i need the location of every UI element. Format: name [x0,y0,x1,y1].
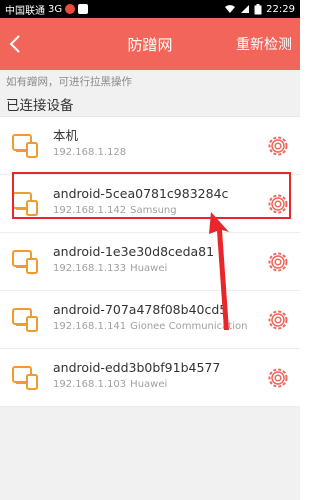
device-ip: 192.168.1.141 [53,321,127,332]
devices-icon [12,192,38,216]
network-type: 3G [48,3,63,15]
blacklist-hint: 如有蹭网，可进行拉黑操作 [0,70,300,92]
device-name: android-5cea0781c983284c [53,186,229,201]
device-ip: 192.168.1.128 [53,147,127,158]
gear-icon[interactable] [266,192,290,216]
device-meta: 192.168.1.128 [53,145,258,161]
device-vendor: Huawei [130,379,168,390]
signal-icon [241,5,250,13]
device-meta: 192.168.1.103 Huawei [53,377,258,393]
back-button[interactable] [0,18,30,70]
carrier-label: 中国联通 [5,5,45,17]
device-item[interactable]: android-5cea0781c983284c 192.168.1.142 Sa… [0,175,300,233]
app-header: 防蹭网 重新检测 [0,18,300,70]
notification-icon [65,4,76,14]
device-name: android-1e3e30d8ceda81 [53,244,215,259]
device-info: android-1e3e30d8ceda81 192.168.1.133 Huaw… [53,243,258,277]
gear-icon[interactable] [266,250,290,274]
device-meta: 192.168.1.133 Huawei [53,261,258,277]
device-info: android-edd3b0bf91b4577 192.168.1.103 Hua… [53,359,258,393]
devices-icon [12,134,38,158]
device-list: 本机 192.168.1.128 android-5cea0781c983284… [0,117,300,407]
status-left: 中国联通 3G [5,2,224,17]
wifi-icon [225,5,236,13]
device-name: 本机 [53,128,79,143]
device-meta: 192.168.1.142 Samsung [53,203,258,219]
device-vendor: Samsung [130,205,177,216]
device-item[interactable]: android-707a478f08b40cd5 192.168.1.141 Gi… [0,291,300,349]
devices-icon [12,308,38,332]
gear-icon[interactable] [266,134,290,158]
recheck-button[interactable]: 重新检测 [236,34,292,54]
device-name: android-edd3b0bf91b4577 [53,360,221,375]
image-notification-icon [78,4,89,14]
device-ip: 192.168.1.133 [53,263,127,274]
battery-icon [254,3,262,14]
gear-icon[interactable] [266,366,290,390]
device-vendor: Huawei [130,263,168,274]
device-meta: 192.168.1.141 Gionee Communication [53,319,258,335]
empty-area [0,407,300,500]
device-item[interactable]: android-edd3b0bf91b4577 192.168.1.103 Hua… [0,349,300,407]
devices-icon [12,250,38,274]
device-vendor: Gionee Communication [130,321,248,332]
status-right: 22:29 [224,3,295,15]
connected-devices-heading: 已连接设备 [0,92,300,117]
device-ip: 192.168.1.142 [53,205,127,216]
device-item[interactable]: android-1e3e30d8ceda81 192.168.1.133 Huaw… [0,233,300,291]
clock: 22:29 [266,3,295,15]
chevron-left-icon [9,35,20,53]
device-item[interactable]: 本机 192.168.1.128 [0,117,300,175]
devices-icon [12,366,38,390]
status-bar: 中国联通 3G 22:29 [0,0,300,18]
device-info: 本机 192.168.1.128 [53,127,258,161]
device-info: android-707a478f08b40cd5 192.168.1.141 Gi… [53,301,258,335]
device-ip: 192.168.1.103 [53,379,127,390]
device-info: android-5cea0781c983284c 192.168.1.142 Sa… [53,185,258,219]
device-name: android-707a478f08b40cd5 [53,302,228,317]
gear-icon[interactable] [266,308,290,332]
